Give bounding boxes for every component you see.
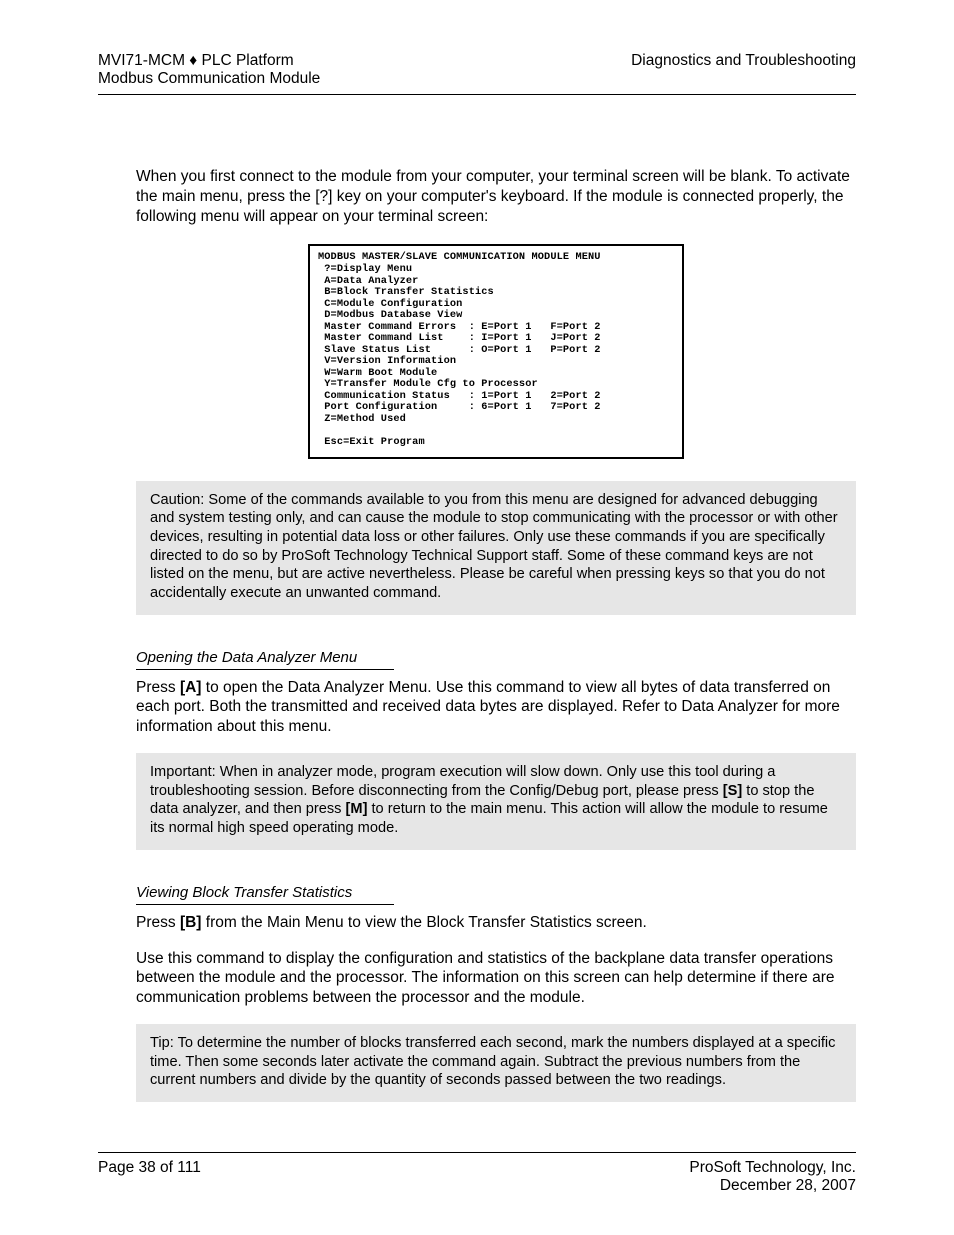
key-a: [A] bbox=[180, 679, 202, 696]
caution-box: Caution: Some of the commands available … bbox=[136, 481, 856, 615]
section-head-data-analyzer: Opening the Data Analyzer Menu bbox=[136, 649, 394, 670]
header-section: Diagnostics and Troubleshooting bbox=[631, 52, 856, 88]
section-b-text2: Use this command to display the configur… bbox=[136, 949, 856, 1008]
section-a-after: to open the Data Analyzer Menu. Use this… bbox=[136, 679, 840, 736]
section-a-text: Press [A] to open the Data Analyzer Menu… bbox=[136, 678, 856, 737]
key-b: [B] bbox=[180, 914, 202, 931]
footer-company: ProSoft Technology, Inc. bbox=[689, 1159, 856, 1177]
important-box: Important: When in analyzer mode, progra… bbox=[136, 753, 856, 850]
caution-label: Caution: bbox=[150, 492, 204, 508]
press-label: Press bbox=[136, 679, 176, 696]
important-label: Important: bbox=[150, 764, 216, 780]
terminal-screenshot: MODBUS MASTER/SLAVE COMMUNICATION MODULE… bbox=[136, 244, 856, 458]
tip-text: To determine the number of blocks transf… bbox=[150, 1035, 835, 1088]
section-b-text1: Press [B] from the Main Menu to view the… bbox=[136, 913, 856, 933]
section-b-after: from the Main Menu to view the Block Tra… bbox=[206, 914, 647, 931]
header-product: MVI71-MCM ♦ PLC Platform bbox=[98, 52, 320, 70]
intro-paragraph: When you first connect to the module fro… bbox=[136, 167, 856, 226]
section-head-block-transfer: Viewing Block Transfer Statistics bbox=[136, 884, 394, 905]
header-subtitle: Modbus Communication Module bbox=[98, 70, 320, 88]
tip-label: Tip: bbox=[150, 1035, 174, 1051]
important-pre: When in analyzer mode, program execution… bbox=[150, 764, 775, 799]
footer-page: Page 38 of 111 bbox=[98, 1159, 201, 1195]
caution-text: Some of the commands available to you fr… bbox=[150, 492, 838, 601]
footer-date: December 28, 2007 bbox=[689, 1177, 856, 1195]
page-footer: Page 38 of 111 ProSoft Technology, Inc. … bbox=[98, 1152, 856, 1195]
header-left: MVI71-MCM ♦ PLC Platform Modbus Communic… bbox=[98, 52, 320, 88]
terminal-menu: MODBUS MASTER/SLAVE COMMUNICATION MODULE… bbox=[308, 244, 684, 458]
page-header: MVI71-MCM ♦ PLC Platform Modbus Communic… bbox=[98, 52, 856, 95]
key-s: [S] bbox=[723, 783, 742, 799]
tip-box: Tip: To determine the number of blocks t… bbox=[136, 1024, 856, 1102]
key-m: [M] bbox=[346, 801, 368, 817]
press-label-b: Press bbox=[136, 914, 176, 931]
